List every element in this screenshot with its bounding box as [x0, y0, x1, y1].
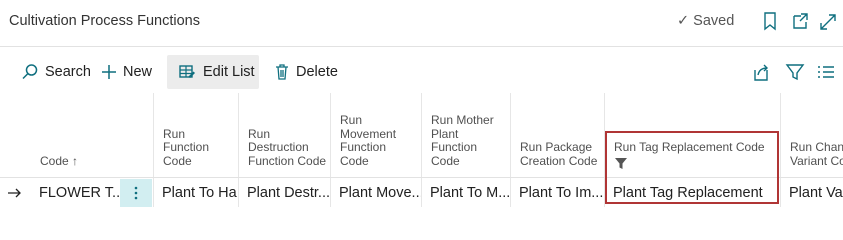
cell-run-destruction-function-code[interactable]: Plant Destr...	[238, 179, 330, 207]
open-new-window-icon[interactable]	[790, 10, 810, 32]
cell-run-mother-plant-function-code[interactable]: Plant To M...	[421, 179, 510, 207]
row-selected-arrow-icon	[0, 179, 30, 207]
trash-icon	[276, 64, 288, 80]
column-header-run-destruction-function-code[interactable]: Run Destruction Function Code	[238, 93, 328, 176]
column-header-code[interactable]: Code ↑	[30, 93, 150, 176]
column-header-run-package-creation-code[interactable]: Run Package Creation Code	[510, 93, 602, 176]
action-bar: Search New Edit List Delete	[0, 52, 843, 92]
bookmark-icon[interactable]	[760, 10, 780, 32]
row-actions-ellipsis-icon[interactable]	[120, 179, 152, 207]
share-icon[interactable]	[751, 61, 771, 83]
search-button[interactable]: Search	[21, 55, 91, 89]
edit-list-button[interactable]: Edit List	[167, 55, 259, 89]
edit-list-label: Edit List	[203, 64, 255, 80]
edit-list-icon	[179, 65, 195, 78]
highlight-box	[605, 131, 779, 204]
cell-run-function-code[interactable]: Plant To Ha...	[153, 179, 238, 207]
column-header-run-movement-function-code[interactable]: Run Movement Function Code	[330, 93, 418, 176]
list-view-icon[interactable]	[816, 61, 836, 83]
cell-run-change-variant-code[interactable]: Plant Vari	[780, 179, 843, 207]
title-bar: Cultivation Process Functions ✓ Saved	[0, 0, 843, 46]
saved-status: ✓ Saved	[677, 13, 735, 29]
search-icon	[22, 64, 38, 80]
search-label: Search	[45, 64, 91, 80]
filter-icon[interactable]	[785, 61, 805, 83]
cell-run-movement-function-code[interactable]: Plant Move...	[330, 179, 421, 207]
column-header-run-mother-plant-function-code[interactable]: Run Mother Plant Function Code	[421, 93, 507, 176]
new-label: New	[123, 64, 153, 80]
divider	[0, 46, 843, 47]
new-button[interactable]: New	[101, 55, 152, 89]
column-header-run-function-code[interactable]: Run Function Code	[153, 93, 233, 176]
delete-label: Delete	[296, 64, 338, 80]
page-title: Cultivation Process Functions	[9, 13, 200, 29]
expand-icon[interactable]	[818, 10, 838, 32]
plus-icon	[102, 65, 116, 79]
column-header-run-change-variant-code[interactable]: Run Change Variant Code	[780, 93, 843, 176]
cell-run-package-creation-code[interactable]: Plant To Im...	[510, 179, 604, 207]
cell-code[interactable]: FLOWER T...	[30, 179, 120, 207]
delete-button[interactable]: Delete	[274, 55, 338, 89]
